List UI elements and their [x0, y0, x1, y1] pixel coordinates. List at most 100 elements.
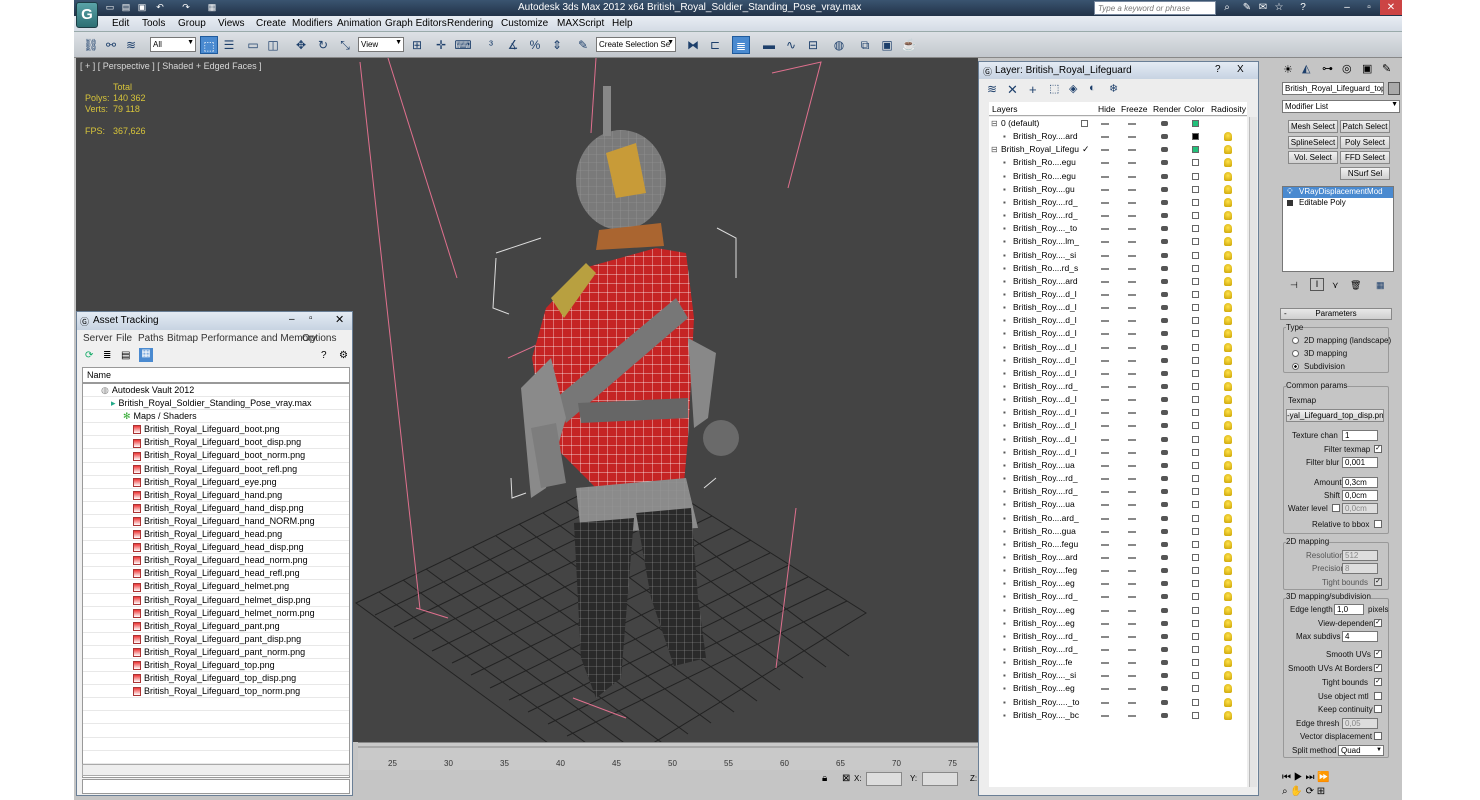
render-teapot-icon[interactable] — [1161, 607, 1168, 613]
layer-row[interactable]: ▪ British_Roy....eg — [989, 577, 1247, 590]
layer-color-swatch[interactable] — [1192, 277, 1199, 285]
layer-row[interactable]: ▪ British_Roy....d_l — [989, 301, 1247, 314]
radiosity-bulb-icon[interactable] — [1224, 566, 1232, 576]
radiosity-bulb-icon[interactable] — [1224, 250, 1232, 260]
asset-file-row[interactable]: British_Royal_Lifeguard_head_norm.png — [83, 554, 349, 568]
render-teapot-icon[interactable] — [1161, 502, 1168, 508]
hide-toggle[interactable] — [1101, 162, 1109, 165]
layer-color-swatch[interactable] — [1192, 133, 1199, 141]
freeze-toggle[interactable] — [1128, 228, 1136, 231]
poly-select-button[interactable]: Poly Select — [1340, 136, 1390, 149]
freeze-toggle[interactable] — [1128, 346, 1136, 349]
freeze-toggle[interactable] — [1128, 464, 1136, 467]
hide-toggle[interactable] — [1101, 241, 1109, 244]
col-layers[interactable]: Layers — [992, 104, 1018, 114]
layer-row[interactable]: ▪ British_Roy...._to — [989, 222, 1247, 235]
freeze-toggle[interactable] — [1128, 386, 1136, 388]
motion-tab-icon[interactable]: ◎ — [1342, 62, 1352, 75]
active-layer-check-icon[interactable]: ✓ — [1082, 143, 1090, 156]
delete-layer-icon[interactable]: ✕ — [1007, 82, 1018, 98]
layer-color-swatch[interactable] — [1192, 501, 1199, 509]
render-teapot-icon[interactable] — [1161, 528, 1168, 534]
asset-menu-bitmap[interactable]: Bitmap Performance and Memory — [167, 333, 317, 344]
freeze-toggle[interactable] — [1128, 714, 1136, 717]
rect-selection-icon[interactable]: ▭ — [244, 36, 262, 54]
freeze-toggle[interactable] — [1128, 675, 1136, 678]
hide-toggle[interactable] — [1101, 201, 1109, 204]
new-layer-icon[interactable]: ≋ — [987, 82, 997, 96]
hide-toggle[interactable] — [1101, 688, 1109, 691]
layer-row[interactable]: ▪ British_Ro....egu — [989, 156, 1247, 169]
snaps-toggle-icon[interactable]: ³ — [482, 36, 500, 54]
hide-toggle[interactable] — [1101, 556, 1109, 559]
layer-color-swatch[interactable] — [1192, 185, 1199, 193]
layer-color-swatch[interactable] — [1192, 527, 1199, 535]
freeze-toggle[interactable] — [1128, 412, 1136, 415]
freeze-toggle[interactable] — [1128, 425, 1136, 428]
radio-3d-mapping[interactable] — [1292, 350, 1299, 357]
use-object-mtl-checkbox[interactable] — [1374, 692, 1382, 700]
freeze-toggle[interactable] — [1128, 293, 1136, 296]
layer-color-swatch[interactable] — [1192, 435, 1199, 443]
asset-row-scene[interactable]: ▸ British_Royal_Soldier_Standing_Pose_vra… — [83, 397, 349, 411]
precision-spinner[interactable]: 8 — [1342, 563, 1378, 574]
selection-filter-dropdown[interactable]: All ▼ — [150, 37, 196, 52]
hide-toggle[interactable] — [1101, 451, 1109, 454]
layer-color-swatch[interactable] — [1192, 606, 1199, 614]
layer-row[interactable]: ▪ British_Roy....rd_ — [989, 590, 1247, 603]
freeze-toggle[interactable] — [1128, 635, 1136, 638]
radiosity-bulb-icon[interactable] — [1224, 197, 1232, 207]
layer-color-swatch[interactable] — [1192, 317, 1199, 325]
asset-hscrollbar[interactable] — [82, 764, 350, 776]
max-subdivs-spinner[interactable]: 4 — [1342, 631, 1378, 642]
layer-color-swatch[interactable] — [1192, 646, 1199, 653]
hide-toggle[interactable] — [1101, 504, 1109, 507]
asset-file-row[interactable]: British_Royal_Lifeguard_top_disp.png — [83, 672, 349, 686]
asset-file-row[interactable]: British_Royal_Lifeguard_eye.png — [83, 476, 349, 489]
hide-toggle[interactable] — [1101, 359, 1109, 362]
render-teapot-icon[interactable] — [1161, 384, 1168, 389]
render-teapot-icon[interactable] — [1161, 305, 1168, 311]
freeze-toggle[interactable] — [1128, 267, 1136, 270]
edge-thresh-spinner[interactable]: 0,05 — [1342, 718, 1378, 729]
layer-color-swatch[interactable] — [1192, 632, 1199, 640]
layer-help-button[interactable]: ? — [1215, 64, 1221, 75]
col-freeze[interactable]: Freeze — [1121, 104, 1147, 114]
hide-toggle[interactable] — [1101, 609, 1109, 612]
layer-row[interactable]: ▪ British_Roy....feg — [989, 564, 1247, 577]
patch-select-button[interactable]: Patch Select — [1340, 120, 1390, 133]
select-manipulate-icon[interactable]: ✛ — [432, 36, 450, 54]
stack-item-vray-displacement[interactable]: 💡︎ VRayDisplacementMod — [1283, 187, 1393, 198]
named-selection-dropdown[interactable]: Create Selection Se ▼ — [596, 37, 676, 52]
radiosity-bulb-icon[interactable] — [1224, 487, 1232, 497]
menu-maxscript[interactable]: MAXScript — [557, 18, 604, 29]
layer-manager-icon[interactable]: ≣ — [732, 36, 750, 54]
radiosity-bulb-icon[interactable] — [1224, 342, 1232, 352]
layer-row[interactable]: ▪ British_Roy....d_l — [989, 327, 1247, 340]
hide-toggle[interactable] — [1101, 675, 1109, 678]
lock-icon[interactable]: 🔒︎ — [822, 773, 827, 784]
app-logo[interactable]: G — [76, 2, 98, 28]
hide-toggle[interactable] — [1101, 583, 1109, 586]
hide-toggle[interactable] — [1101, 228, 1109, 231]
radiosity-bulb-icon[interactable] — [1224, 631, 1232, 641]
freeze-toggle[interactable] — [1128, 399, 1136, 402]
render-teapot-icon[interactable] — [1161, 226, 1168, 232]
radiosity-bulb-icon[interactable] — [1224, 460, 1232, 470]
layer-vscrollbar[interactable] — [1249, 117, 1257, 787]
freeze-toggle[interactable] — [1128, 254, 1136, 257]
asset-file-row[interactable]: British_Royal_Lifeguard_head_refl.png — [83, 567, 349, 581]
layer-row[interactable]: ▪ British_Roy....gu — [989, 183, 1247, 196]
hide-toggle[interactable] — [1101, 464, 1109, 467]
asset-menu-file[interactable]: File — [116, 333, 132, 344]
render-teapot-icon[interactable] — [1161, 278, 1168, 284]
radiosity-bulb-icon[interactable] — [1224, 447, 1232, 457]
relative-bbox-checkbox[interactable] — [1374, 520, 1382, 528]
layer-color-swatch[interactable] — [1192, 580, 1199, 588]
hide-toggle[interactable] — [1101, 570, 1109, 573]
render-teapot-icon[interactable] — [1161, 410, 1168, 416]
layer-expand-icon[interactable]: ⊟ — [991, 117, 998, 130]
hide-toggle[interactable] — [1101, 517, 1109, 520]
layer-row[interactable]: ▪ British_Roy....fe — [989, 656, 1247, 669]
menu-tools[interactable]: Tools — [142, 18, 165, 29]
